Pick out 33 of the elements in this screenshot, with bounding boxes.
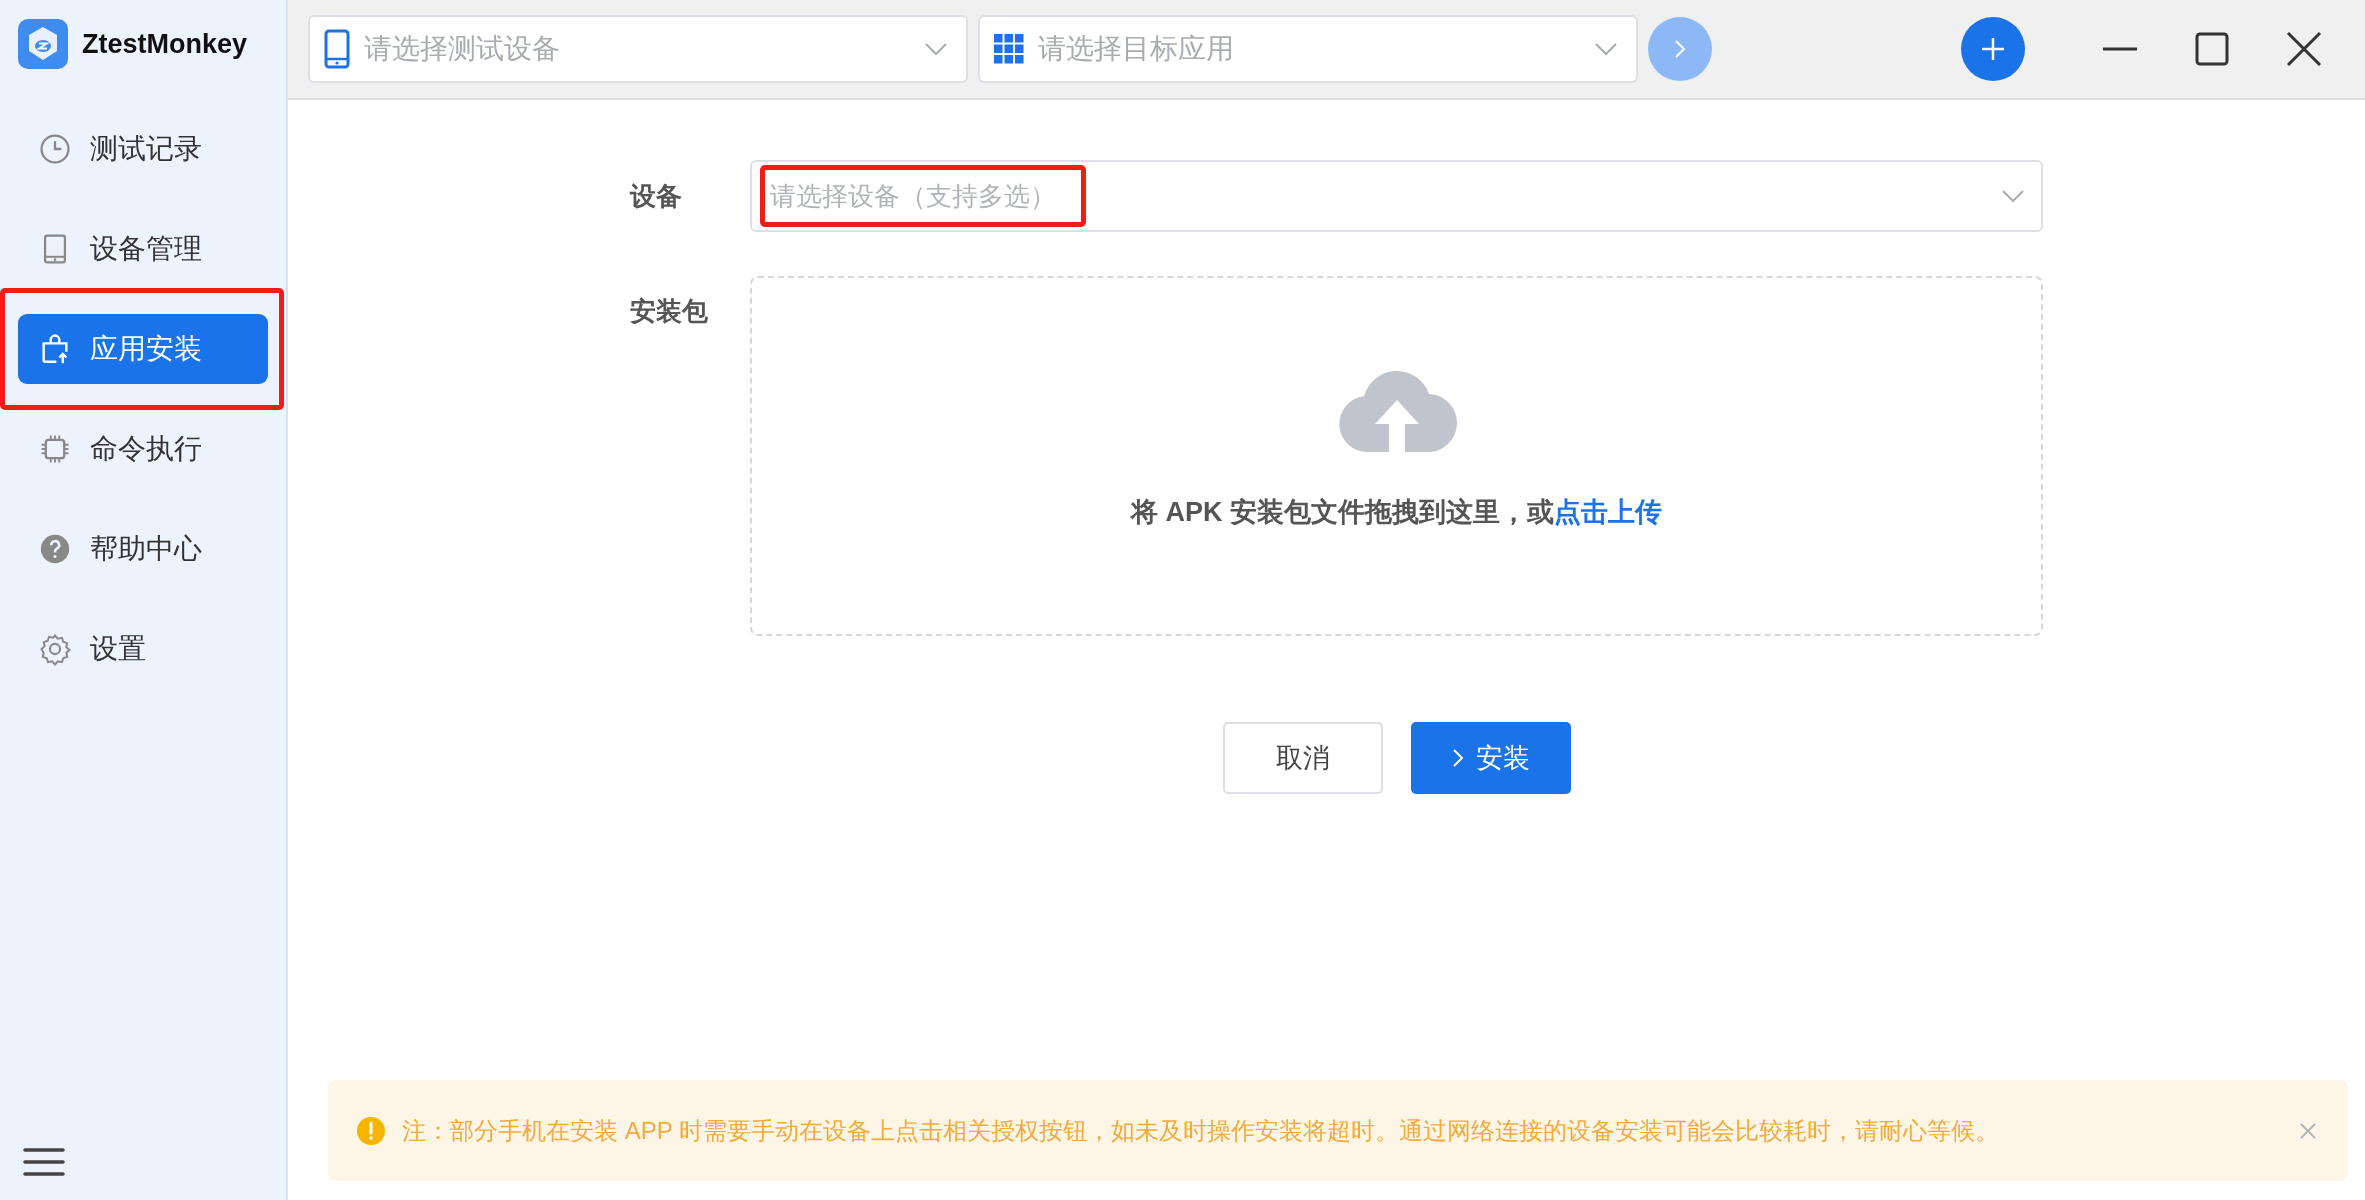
field-label: 设备 [630, 180, 683, 213]
sidebar-item[interactable]: 帮助中心 [18, 514, 268, 584]
sidebar-item[interactable]: 应用安装 [18, 314, 268, 384]
logo-icon [18, 19, 68, 69]
warning-icon [356, 1115, 386, 1146]
clock-icon [38, 132, 72, 166]
install-button[interactable]: 安装 [1410, 722, 1571, 794]
sidebar-item[interactable]: 命令执行 [18, 414, 268, 484]
select-placeholder: 请选择目标应用 [1038, 32, 1235, 66]
plus-icon [1980, 36, 2006, 62]
grid-icon [994, 34, 1024, 64]
upload-link[interactable]: 点击上传 [1554, 497, 1662, 527]
sidebar-item[interactable]: 设置 [18, 614, 268, 684]
chevron-down-icon [2001, 188, 2025, 204]
notice-text: 注：部分手机在安装 APP 时需要手动在设备上点击相关授权按钮，如未及时操作安装将超时。通过网络连接的设备安装可能会比较耗时，请耐心等候。 [402, 1115, 2000, 1146]
help-icon [38, 532, 72, 566]
sidebar-item[interactable]: 测试记录 [18, 114, 268, 184]
maximize-icon[interactable] [2193, 30, 2231, 68]
settings-icon [38, 632, 72, 666]
upload-hint: 将 APK 安装包文件拖拽到这里，或点击上传 [1131, 496, 1662, 529]
close-icon[interactable] [2285, 30, 2323, 68]
chevron-down-icon [1594, 41, 1618, 57]
device-select-field[interactable]: 请选择设备（支持多选） [750, 160, 2043, 232]
select-placeholder: 请选择测试设备 [364, 32, 561, 66]
sidebar-item[interactable]: 设备管理 [18, 214, 268, 284]
cancel-button[interactable]: 取消 [1222, 722, 1383, 794]
chevron-right-icon [1451, 748, 1464, 768]
phone-icon [324, 29, 350, 69]
upload-dropzone[interactable]: 将 APK 安装包文件拖拽到这里，或点击上传 [750, 276, 2043, 636]
field-label: 安装包 [630, 295, 709, 328]
chevron-down-icon [924, 41, 948, 57]
app-name: ZtestMonkey [82, 28, 248, 60]
chevron-right-icon [1673, 38, 1687, 60]
